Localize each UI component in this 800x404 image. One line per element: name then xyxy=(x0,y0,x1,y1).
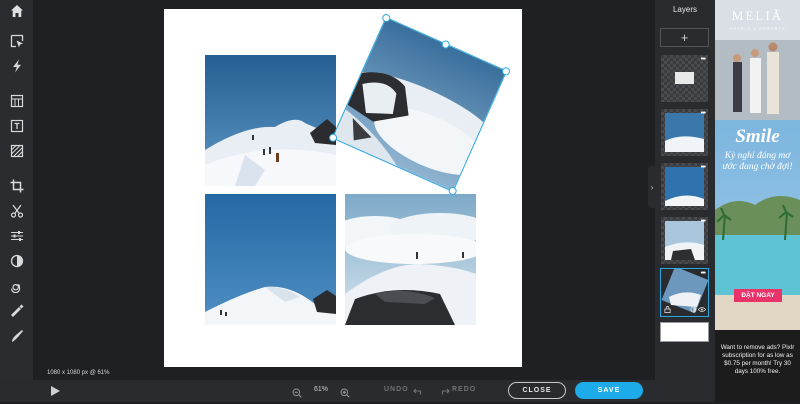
layer-lock-icon[interactable] xyxy=(664,306,671,313)
layer-item-photo-2[interactable]: ••• xyxy=(661,163,708,210)
text-icon[interactable] xyxy=(6,115,27,136)
zoom-level[interactable]: 61% xyxy=(314,386,328,393)
redo-icon xyxy=(441,384,451,395)
layer-menu-icon[interactable]: ••• xyxy=(701,164,706,171)
artboard[interactable] xyxy=(164,9,522,367)
crop-icon[interactable] xyxy=(6,175,27,196)
photo-hikers-ridge[interactable] xyxy=(205,55,336,186)
save-button[interactable]: SAVE xyxy=(575,382,643,399)
photo-selected-clouds[interactable] xyxy=(327,12,512,197)
retouch-icon[interactable] xyxy=(6,300,27,321)
remove-ads-text[interactable]: Want to remove ads? Pixlr subscription f… xyxy=(718,344,797,376)
layer-menu-icon[interactable]: ••• xyxy=(701,56,706,63)
layer-menu-icon[interactable]: ••• xyxy=(701,218,706,225)
layer-item-background[interactable] xyxy=(660,322,709,342)
cut-icon[interactable] xyxy=(6,200,27,221)
zoom-in-icon[interactable] xyxy=(340,385,350,398)
play-icon[interactable] xyxy=(49,384,61,396)
remove-ads-banner[interactable]: Want to remove ads? Pixlr subscription f… xyxy=(715,330,800,402)
adjust-icon[interactable] xyxy=(6,225,27,246)
layer-thumb-shape xyxy=(675,72,694,84)
redo-button[interactable]: REDO xyxy=(452,386,476,393)
layer-item-text[interactable]: ••• xyxy=(661,55,708,102)
select-icon[interactable] xyxy=(6,30,27,51)
canvas-size-info: 1080 x 1080 px @ 61% xyxy=(47,370,110,376)
layer-menu-icon[interactable]: ••• xyxy=(701,270,706,277)
ad-body: Kỳ nghỉ đáng mơ ước đang chờ đợi! xyxy=(722,151,793,172)
layer-item-photo-selected[interactable]: ••• xyxy=(660,268,709,317)
photo-rock-clouds[interactable] xyxy=(345,194,476,325)
add-layer-button[interactable]: + xyxy=(660,28,709,47)
layer-item-photo-1[interactable]: ••• xyxy=(661,109,708,156)
eye-icon[interactable] xyxy=(698,306,706,313)
zoom-out-icon[interactable] xyxy=(292,385,302,398)
ad-cta-button[interactable]: ĐẶT NGAY xyxy=(734,289,782,302)
home-icon[interactable] xyxy=(6,0,27,21)
advertisement[interactable]: MELIÃ HOTELS & RESORTS Smile Kỳ nghỉ đán… xyxy=(715,0,800,330)
ad-brand-sub: HOTELS & RESORTS xyxy=(729,26,786,31)
undo-icon xyxy=(412,384,422,395)
liquify-icon[interactable] xyxy=(6,275,27,296)
texture-icon[interactable] xyxy=(6,140,27,161)
close-button[interactable]: CLOSE xyxy=(508,382,566,399)
layer-opacity-icon[interactable] xyxy=(690,306,697,313)
ad-headline: Smile xyxy=(735,126,780,147)
undo-button[interactable]: UNDO xyxy=(384,386,409,393)
quick-fix-icon[interactable] xyxy=(6,55,27,76)
layer-item-photo-3[interactable]: ••• xyxy=(661,217,708,264)
photo-snow-summit[interactable] xyxy=(205,194,336,325)
layer-menu-icon[interactable]: ••• xyxy=(701,110,706,117)
layers-title: Layers xyxy=(672,5,697,14)
draw-icon[interactable] xyxy=(6,325,27,346)
ad-brand: MELIÃ xyxy=(731,8,784,23)
layout-icon[interactable] xyxy=(6,90,27,111)
layers-panel: Layers + ••• ••• ••• ••• ••• xyxy=(655,0,715,380)
filter-icon[interactable] xyxy=(6,250,27,271)
toolbar xyxy=(0,0,33,402)
